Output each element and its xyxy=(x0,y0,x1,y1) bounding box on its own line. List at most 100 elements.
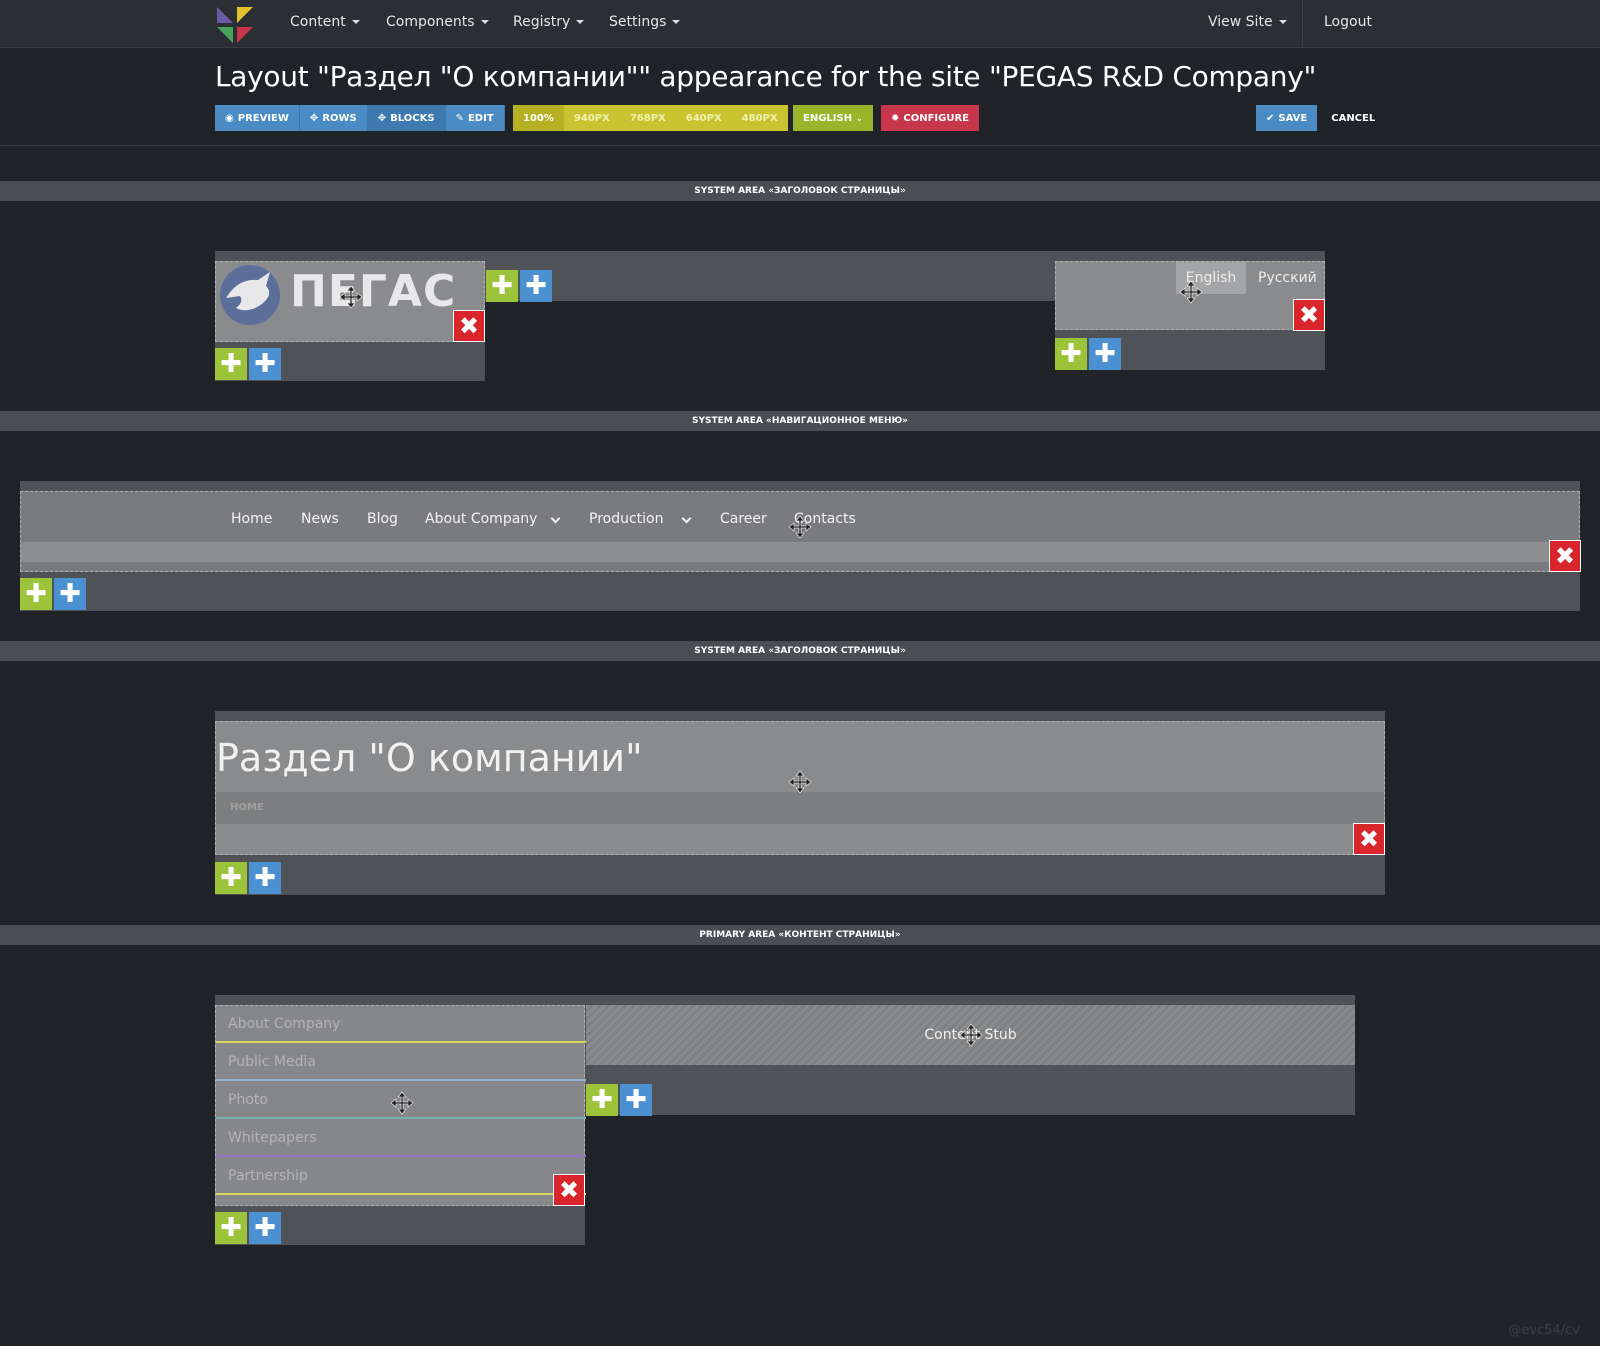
nav-components-menu[interactable]: Components xyxy=(386,14,489,30)
add-row-button[interactable]: ✚ xyxy=(1055,338,1087,370)
nav-registry-menu[interactable]: Registry xyxy=(513,14,585,30)
area-title-label: SYSTEM AREA «ЗАГОЛОВОК СТРАНИЦЫ» xyxy=(0,641,1600,661)
add-row-button[interactable]: ✚ xyxy=(586,1084,618,1116)
breadcrumb-home[interactable]: HOME xyxy=(230,802,264,813)
add-block-button[interactable]: ✚ xyxy=(249,1212,281,1244)
caret-down-icon xyxy=(351,20,360,24)
app-logo-icon[interactable] xyxy=(217,7,253,43)
sidebar-menu-block[interactable]: About Company Public Media Photo Whitepa… xyxy=(215,1005,586,1206)
edit-button[interactable]: ✎ EDIT xyxy=(445,105,505,131)
sidebar-item-public-media[interactable]: Public Media xyxy=(216,1044,586,1081)
menu-item-news[interactable]: News xyxy=(301,511,339,527)
move-handle-icon[interactable] xyxy=(959,1023,983,1047)
chevron-down-icon[interactable] xyxy=(550,513,561,524)
add-block-button[interactable]: ✚ xyxy=(1089,338,1121,370)
blocks-button[interactable]: ✥ BLOCKS xyxy=(367,105,446,131)
watermark: @evc54/cv xyxy=(1508,1323,1580,1338)
sidebar-item-partnership[interactable]: Partnership xyxy=(216,1158,586,1195)
header-middle-add-buttons: ✚ ✚ xyxy=(486,270,552,302)
language-group: ENGLISH ⌄ xyxy=(793,105,873,131)
add-row-button[interactable]: ✚ xyxy=(486,270,518,302)
menu-block-footer xyxy=(21,542,1579,562)
sidebar-add-buttons: ✚ ✚ xyxy=(215,1212,281,1244)
add-block-button[interactable]: ✚ xyxy=(54,578,86,610)
menu-item-about-company[interactable]: About Company xyxy=(425,511,537,527)
close-icon: ✖ xyxy=(1298,301,1320,329)
add-row-button[interactable]: ✚ xyxy=(215,862,247,894)
width-100-button[interactable]: 100% xyxy=(513,105,564,131)
delete-block-button[interactable]: ✖ xyxy=(1293,299,1325,331)
page-title: Layout "Раздел "О компании"" appearance … xyxy=(215,60,1317,93)
area-primary-label: PRIMARY AREA «КОНТЕНТ СТРАНИЦЫ» xyxy=(0,925,1600,945)
language-switcher-block[interactable]: English Русский ✖ xyxy=(1055,261,1325,331)
language-dropdown[interactable]: ENGLISH ⌄ xyxy=(793,105,873,131)
plus-icon: ✚ xyxy=(1060,339,1082,369)
move-handle-icon[interactable] xyxy=(788,515,812,539)
move-handle-icon[interactable] xyxy=(390,1091,414,1115)
close-icon: ✖ xyxy=(1554,542,1576,570)
rows-button[interactable]: ✥ ROWS xyxy=(299,105,368,131)
move-handle-icon[interactable] xyxy=(788,770,812,794)
area-nav-label: SYSTEM AREA «НАВИГАЦИОННОЕ МЕНЮ» xyxy=(0,411,1600,431)
page-title-block[interactable]: Раздел "О компании" HOME ✖ xyxy=(215,721,1385,855)
content-add-buttons: ✚ ✚ xyxy=(586,1084,652,1116)
add-row-button[interactable]: ✚ xyxy=(20,578,52,610)
add-row-button[interactable]: ✚ xyxy=(215,348,247,380)
move-handle-icon[interactable] xyxy=(339,285,363,309)
delete-block-button[interactable]: ✖ xyxy=(1549,540,1581,572)
cancel-button[interactable]: CANCEL xyxy=(1317,105,1385,131)
delete-block-button[interactable]: ✖ xyxy=(453,310,485,342)
delete-block-button[interactable]: ✖ xyxy=(1353,823,1385,855)
plus-icon: ✚ xyxy=(254,1213,276,1243)
lang-russian-option[interactable]: Русский xyxy=(1258,262,1317,294)
logo-block[interactable]: ПЕГАС ✖ xyxy=(215,261,485,342)
delete-block-button[interactable]: ✖ xyxy=(553,1174,585,1206)
menu-item-home[interactable]: Home xyxy=(231,511,272,527)
add-block-button[interactable]: ✚ xyxy=(249,348,281,380)
plus-icon: ✚ xyxy=(220,1213,242,1243)
sidebar-item-whitepapers[interactable]: Whitepapers xyxy=(216,1120,586,1157)
title-add-buttons: ✚ ✚ xyxy=(215,862,281,894)
pegasus-logo-icon xyxy=(220,265,280,325)
area-header-label: SYSTEM AREA «ЗАГОЛОВОК СТРАНИЦЫ» xyxy=(0,181,1600,201)
plus-icon: ✚ xyxy=(591,1085,613,1115)
menu-item-blog[interactable]: Blog xyxy=(367,511,398,527)
save-button[interactable]: ✔ SAVE xyxy=(1256,105,1318,131)
add-block-button[interactable]: ✚ xyxy=(620,1084,652,1116)
logout-link[interactable]: Logout xyxy=(1324,14,1372,30)
nav-content-menu[interactable]: Content xyxy=(290,14,360,30)
sidebar-item-about-company[interactable]: About Company xyxy=(216,1006,586,1043)
plus-icon: ✚ xyxy=(25,579,47,609)
chevron-down-icon: ⌄ xyxy=(856,113,863,123)
preview-button[interactable]: ◉ PREVIEW xyxy=(215,105,300,131)
check-icon: ✔ xyxy=(1266,112,1275,124)
nav-view-site-menu[interactable]: View Site xyxy=(1208,14,1287,30)
nav-settings-menu[interactable]: Settings xyxy=(609,14,681,30)
nav-divider xyxy=(1302,0,1303,48)
width-940-button[interactable]: 940PX xyxy=(563,105,620,131)
width-768-button[interactable]: 768PX xyxy=(619,105,676,131)
caret-down-icon xyxy=(1278,20,1287,24)
width-group: 100% 940PX 768PX 640PX 480PX xyxy=(513,105,788,131)
view-mode-group: ◉ PREVIEW ✥ ROWS ✥ BLOCKS ✎ EDIT xyxy=(215,105,505,131)
add-block-button[interactable]: ✚ xyxy=(520,270,552,302)
plus-icon: ✚ xyxy=(625,1085,647,1115)
menu-item-production[interactable]: Production xyxy=(589,511,663,527)
width-480-button[interactable]: 480PX xyxy=(731,105,788,131)
gear-icon: ✹ xyxy=(891,112,900,124)
content-stub-block[interactable]: Content Stub xyxy=(586,1005,1355,1065)
nav-add-buttons: ✚ ✚ xyxy=(20,578,86,610)
width-640-button[interactable]: 640PX xyxy=(675,105,732,131)
configure-button[interactable]: ✹ CONFIGURE xyxy=(881,105,980,131)
plus-icon: ✚ xyxy=(1094,339,1116,369)
plus-icon: ✚ xyxy=(491,271,513,301)
move-handle-icon[interactable] xyxy=(1179,280,1203,304)
logo-text: ПЕГАС xyxy=(290,266,457,317)
add-row-button[interactable]: ✚ xyxy=(215,1212,247,1244)
add-block-button[interactable]: ✚ xyxy=(249,862,281,894)
menu-item-career[interactable]: Career xyxy=(720,511,767,527)
top-navbar: Content Components Registry Settings Vie… xyxy=(0,0,1600,48)
toolbar-divider xyxy=(0,145,1600,146)
menu-block[interactable]: Home News Blog About Company Production … xyxy=(20,491,1581,572)
chevron-down-icon[interactable] xyxy=(681,513,692,524)
